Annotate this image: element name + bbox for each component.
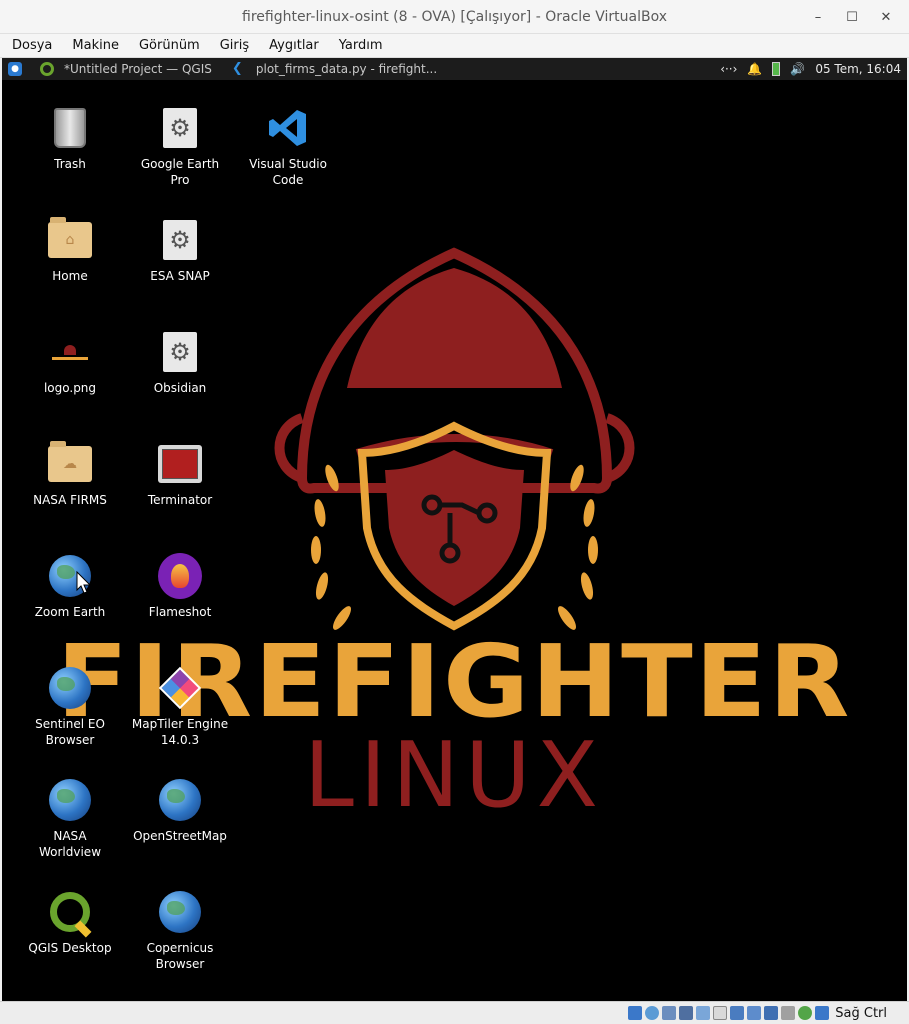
flameshot-icon [158,553,202,599]
globe-icon [49,667,91,709]
taskbar-item-label: *Untitled Project — QGIS [64,62,212,76]
desktop-icon-nasa-firms[interactable]: ☁ NASA FIRMS [20,441,120,508]
panel-clock[interactable]: 05 Tem, 16:04 [815,62,901,76]
guest-screen[interactable]: FIREFIGHTER LINUX ● *Untitled Project — … [2,58,907,1001]
display-icon[interactable] [730,1006,745,1020]
desktop-icon-label: MapTiler Engine 14.0.3 [131,717,229,747]
desktop-icon-home[interactable]: ⌂ Home [20,217,120,284]
minimize-button[interactable]: – [801,10,835,25]
desktop-icon-google-earth-pro[interactable]: ⚙ Google Earth Pro [130,106,230,188]
bell-icon[interactable]: 🔔 [747,62,762,76]
desktop-icon-label: Visual Studio Code [249,157,327,187]
window-title: firefighter-linux-osint (8 - OVA) [Çalış… [242,8,667,25]
desktop-icon-obsidian[interactable]: ⚙ Obsidian [130,330,230,396]
desktop-icon-label: OpenStreetMap [133,829,227,843]
menubar: Dosya Makine Görünüm Giriş Aygıtlar Yard… [0,34,909,58]
recording-icon[interactable] [747,1006,762,1020]
virtualbox-statusbar: Sağ Ctrl [0,1001,909,1024]
maptiler-icon [158,666,202,710]
menu-gorunum[interactable]: Görünüm [133,38,200,53]
desktop-icon-esa-snap[interactable]: ⚙ ESA SNAP [130,218,230,284]
whisker-menu-button[interactable]: ● [8,62,22,76]
usb-icon[interactable] [696,1006,711,1020]
window-controls: – ☐ ✕ [801,0,903,34]
menu-giris[interactable]: Giriş [214,38,249,53]
desktop-icon-trash[interactable]: Trash [20,106,120,172]
desktop-icon-maptiler-engine[interactable]: MapTiler Engine 14.0.3 [130,666,230,748]
qgis-icon [48,890,92,938]
menu-yardim[interactable]: Yardım [333,38,383,53]
terminal-icon [158,442,202,486]
desktop-icon-label: Copernicus Browser [146,941,214,971]
optical-drive-icon[interactable] [645,1006,660,1020]
gear-icon: ⚙ [163,332,197,372]
host-key-label: Sağ Ctrl [835,1005,887,1021]
trash-icon [48,106,92,150]
host-key-arrow-icon[interactable] [815,1006,830,1020]
app-menu-icon: ● [11,64,19,74]
desktop-icon-sentinel-eo-browser[interactable]: Sentinel EO Browser [20,666,120,748]
menu-makine[interactable]: Makine [66,38,119,53]
globe-icon [159,891,201,933]
desktop-icon-label: Home [52,269,88,283]
desktop-icon-label: Trash [54,157,86,171]
vscode-icon [266,106,310,150]
menu-dosya[interactable]: Dosya [6,38,52,53]
battery-icon[interactable] [772,62,781,76]
desktop-icon-nasa-worldview[interactable]: NASA Worldview [20,778,120,860]
wallpaper-subtitle: LINUX [304,723,604,828]
desktop-icon-zoom-earth[interactable]: Zoom Earth [20,554,120,620]
desktop-icon-label: NASA FIRMS [33,493,107,507]
taskbar-item-vscode[interactable]: ❮ plot_firms_data.py - firefight... [231,61,438,77]
mouse-cursor-icon [76,571,92,594]
desktop-icon-label: Flameshot [148,605,212,619]
desktop-icon-label: Obsidian [153,381,207,395]
gear-icon: ⚙ [163,108,197,148]
xfce-top-panel: ● *Untitled Project — QGIS ❮ plot_firms_… [2,58,907,80]
home-folder-icon: ⌂ [48,217,92,258]
cpu-icon[interactable] [764,1006,779,1020]
close-button[interactable]: ✕ [869,10,903,25]
panel-tray: ‹··› 🔔 🔊 05 Tem, 16:04 [720,58,901,80]
qgis-icon [40,62,54,76]
menu-aygitlar[interactable]: Aygıtlar [263,38,319,53]
gear-icon: ⚙ [163,220,197,260]
network-adapter-icon[interactable] [679,1006,694,1020]
desktop-icon-label: QGIS Desktop [28,941,112,955]
maximize-button[interactable]: ☐ [835,10,869,25]
vscode-icon: ❮ [231,61,243,76]
globe-icon [49,779,91,821]
desktop-icon-logo-png[interactable]: logo.png [20,330,120,396]
desktop-icon-label: ESA SNAP [150,269,210,283]
desktop-icon-label: logo.png [43,381,97,395]
desktop-icon-qgis-desktop[interactable]: QGIS Desktop [20,890,120,956]
globe-icon [159,779,201,821]
image-file-icon [48,330,92,374]
desktop-icon-label: Sentinel EO Browser [35,717,105,747]
desktop-icon-label: Zoom Earth [34,605,106,619]
taskbar-item-label: plot_firms_data.py - firefight... [255,62,438,76]
desktop-icon-label: NASA Worldview [38,829,102,859]
mouse-integration-icon[interactable] [798,1006,813,1020]
audio-icon[interactable] [662,1006,677,1020]
desktop-icon-visual-studio-code[interactable]: Visual Studio Code [238,106,338,188]
volume-icon[interactable]: 🔊 [790,62,805,76]
shield-art [357,421,552,631]
desktop-icon-label: Google Earth Pro [140,157,220,187]
taskbar-item-qgis[interactable]: *Untitled Project — QGIS [40,62,212,76]
shared-folder-icon[interactable] [713,1006,728,1020]
desktop-icon-terminator[interactable]: Terminator [130,442,230,508]
hard-disk-icon[interactable] [628,1006,643,1020]
keyboard-icon[interactable] [781,1006,796,1020]
desktop-icon-copernicus-browser[interactable]: Copernicus Browser [130,890,230,972]
wallpaper: FIREFIGHTER LINUX [57,247,850,828]
network-icon[interactable]: ‹··› [720,62,737,76]
desktop-icon-flameshot[interactable]: Flameshot [130,553,230,620]
folder-icon: ☁ [48,441,92,482]
desktop-icon-label: Terminator [147,493,213,507]
desktop-icon-openstreetmap[interactable]: OpenStreetMap [130,778,230,844]
window-titlebar: firefighter-linux-osint (8 - OVA) [Çalış… [0,0,909,34]
